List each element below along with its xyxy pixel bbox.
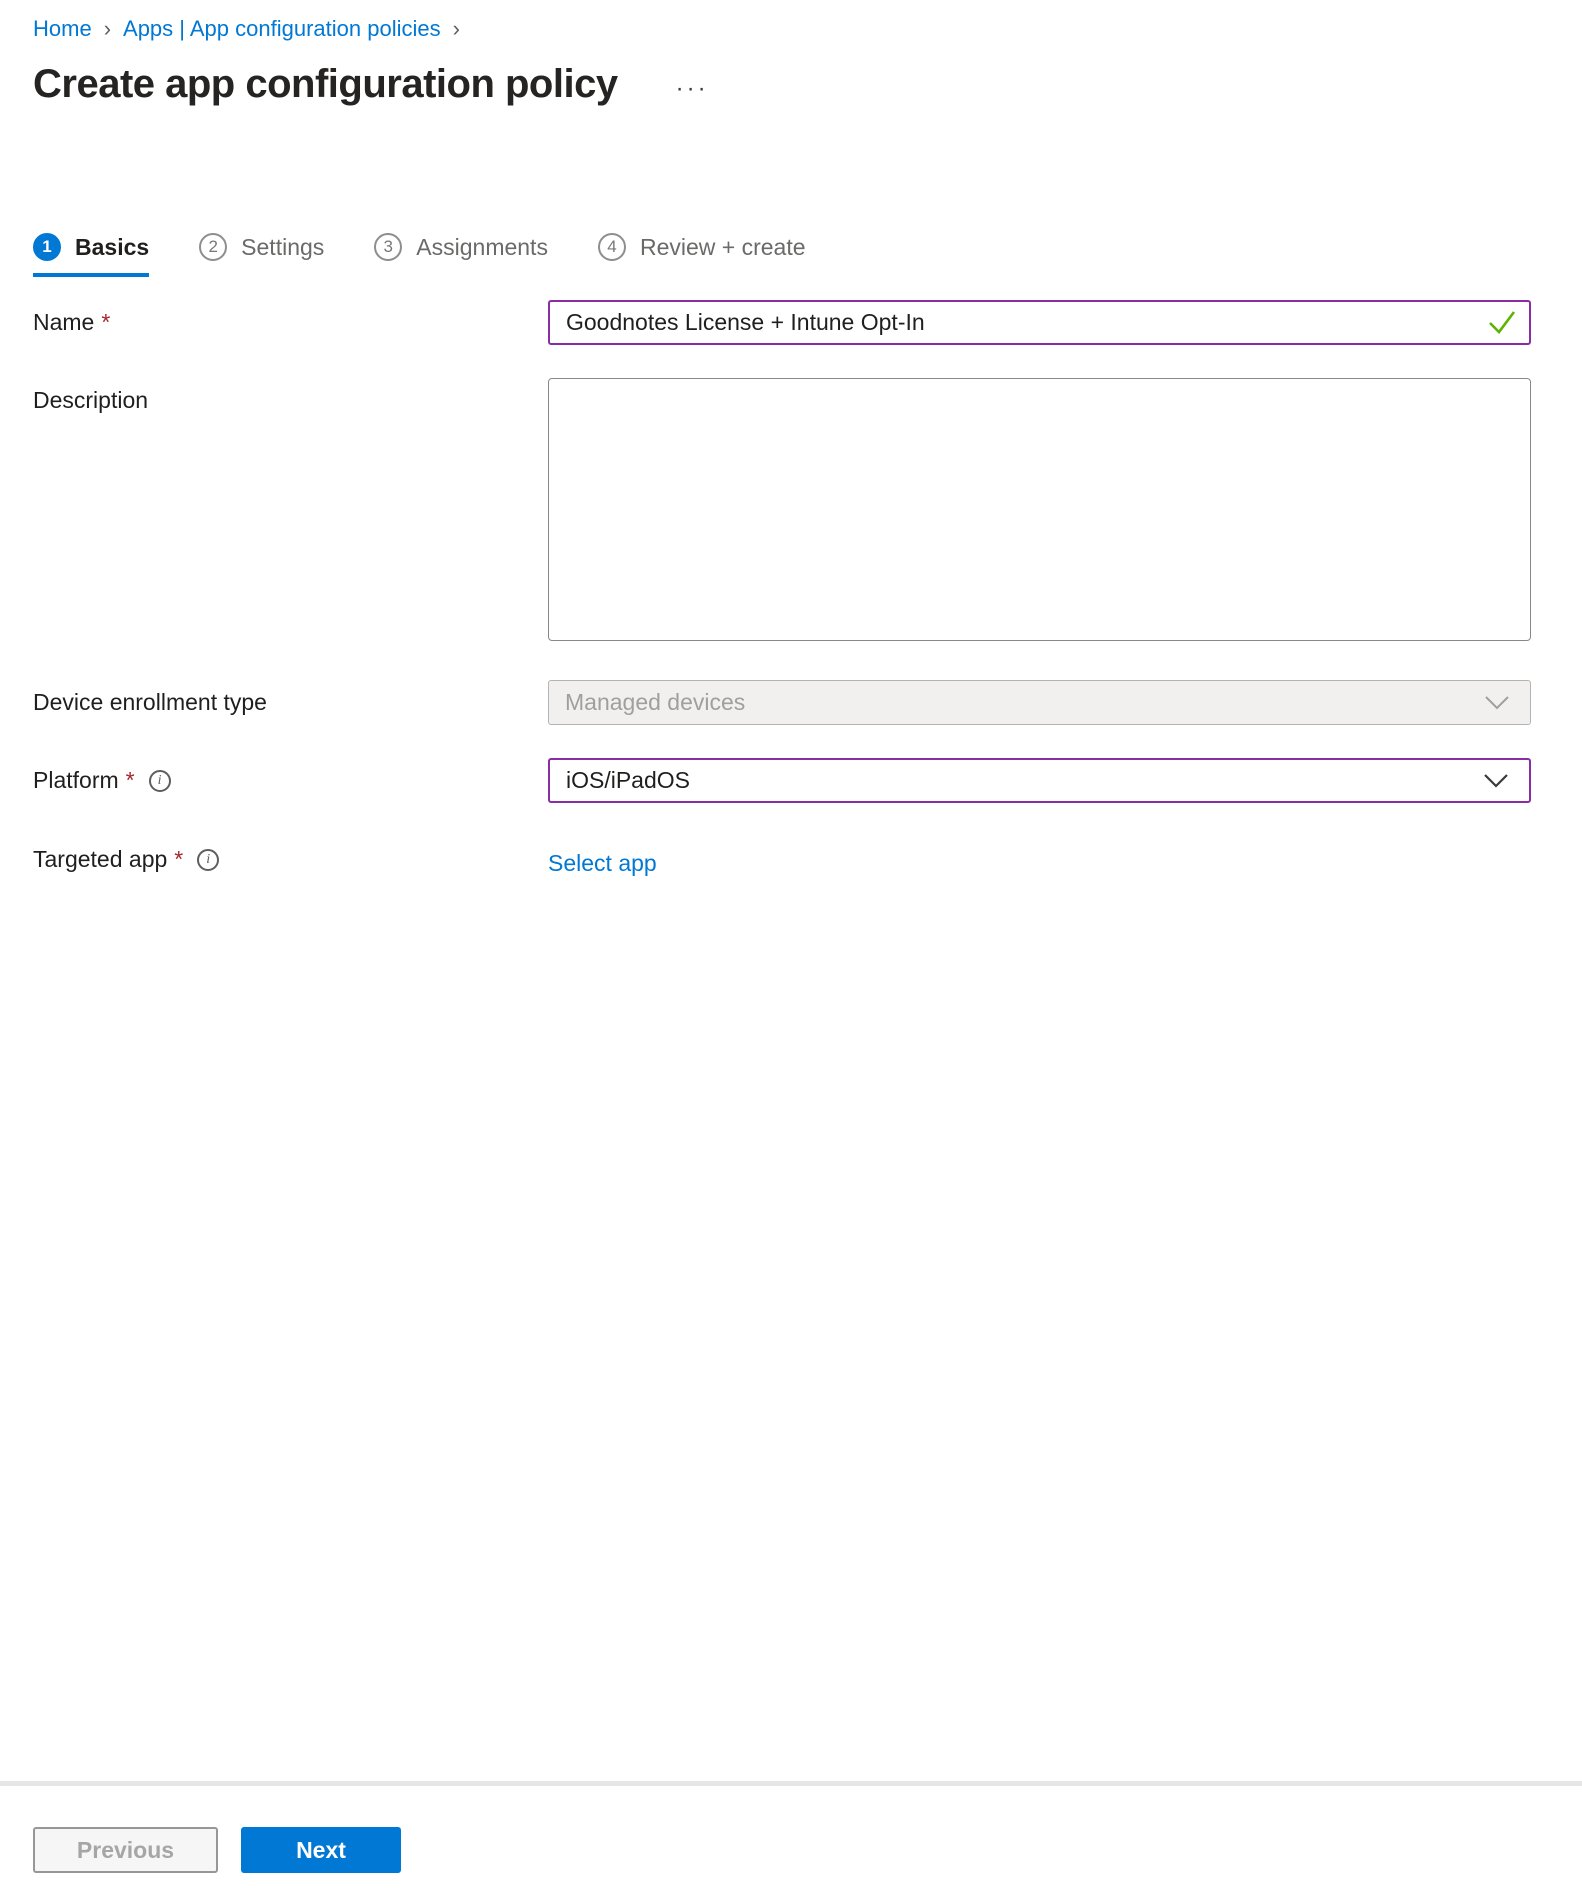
tab-settings[interactable]: 2 Settings [199, 233, 324, 277]
chevron-down-icon [1483, 767, 1509, 794]
select-app-link[interactable]: Select app [548, 837, 657, 877]
dropdown-selected-value: Managed devices [565, 689, 1484, 716]
required-asterisk: * [126, 767, 135, 794]
dropdown-selected-value: iOS/iPadOS [566, 767, 1483, 794]
info-icon[interactable]: i [149, 770, 171, 792]
platform-label: Platform * i [33, 758, 548, 794]
tab-assignments[interactable]: 3 Assignments [374, 233, 548, 277]
breadcrumb-link-app-configuration-policies[interactable]: Apps | App configuration policies [123, 14, 441, 44]
label-text: Platform [33, 767, 119, 794]
step-number-badge: 3 [374, 233, 402, 261]
tab-review-create[interactable]: 4 Review + create [598, 233, 806, 277]
label-text: Targeted app [33, 846, 167, 873]
basics-form: Name * Description [33, 300, 1549, 877]
name-input[interactable] [548, 300, 1531, 345]
page-title: Create app configuration policy [33, 62, 618, 107]
breadcrumb: Home › Apps | App configuration policies… [33, 14, 1549, 44]
footer-divider [0, 1781, 1582, 1786]
platform-dropdown[interactable]: iOS/iPadOS [548, 758, 1531, 803]
label-text: Device enrollment type [33, 689, 267, 716]
next-button[interactable]: Next [241, 1827, 401, 1873]
name-label: Name * [33, 300, 548, 336]
tab-label: Settings [241, 234, 324, 261]
description-textarea[interactable] [548, 378, 1531, 641]
label-text: Description [33, 387, 148, 414]
tab-label: Basics [75, 234, 149, 261]
create-app-configuration-policy-page: Home › Apps | App configuration policies… [0, 0, 1582, 1902]
wizard-footer: Previous Next [33, 1827, 401, 1873]
targeted-app-label: Targeted app * i [33, 837, 548, 873]
tab-label: Assignments [416, 234, 548, 261]
chevron-right-icon: › [453, 14, 460, 44]
step-number-badge: 4 [598, 233, 626, 261]
more-options-icon[interactable]: ··· [676, 75, 709, 107]
device-enrollment-type-dropdown[interactable]: Managed devices [548, 680, 1531, 725]
required-asterisk: * [101, 309, 110, 336]
chevron-down-icon [1484, 689, 1510, 716]
description-label: Description [33, 378, 548, 414]
step-number-badge: 2 [199, 233, 227, 261]
info-icon[interactable]: i [197, 849, 219, 871]
tab-basics[interactable]: 1 Basics [33, 233, 149, 277]
tab-label: Review + create [640, 234, 806, 261]
step-number-badge: 1 [33, 233, 61, 261]
valid-checkmark-icon [1487, 309, 1517, 340]
device-enrollment-type-label: Device enrollment type [33, 680, 548, 716]
breadcrumb-link-home[interactable]: Home [33, 14, 92, 44]
previous-button[interactable]: Previous [33, 1827, 218, 1873]
wizard-steps: 1 Basics 2 Settings 3 Assignments 4 Revi… [33, 233, 1549, 277]
label-text: Name [33, 309, 94, 336]
required-asterisk: * [174, 846, 183, 873]
chevron-right-icon: › [104, 14, 111, 44]
